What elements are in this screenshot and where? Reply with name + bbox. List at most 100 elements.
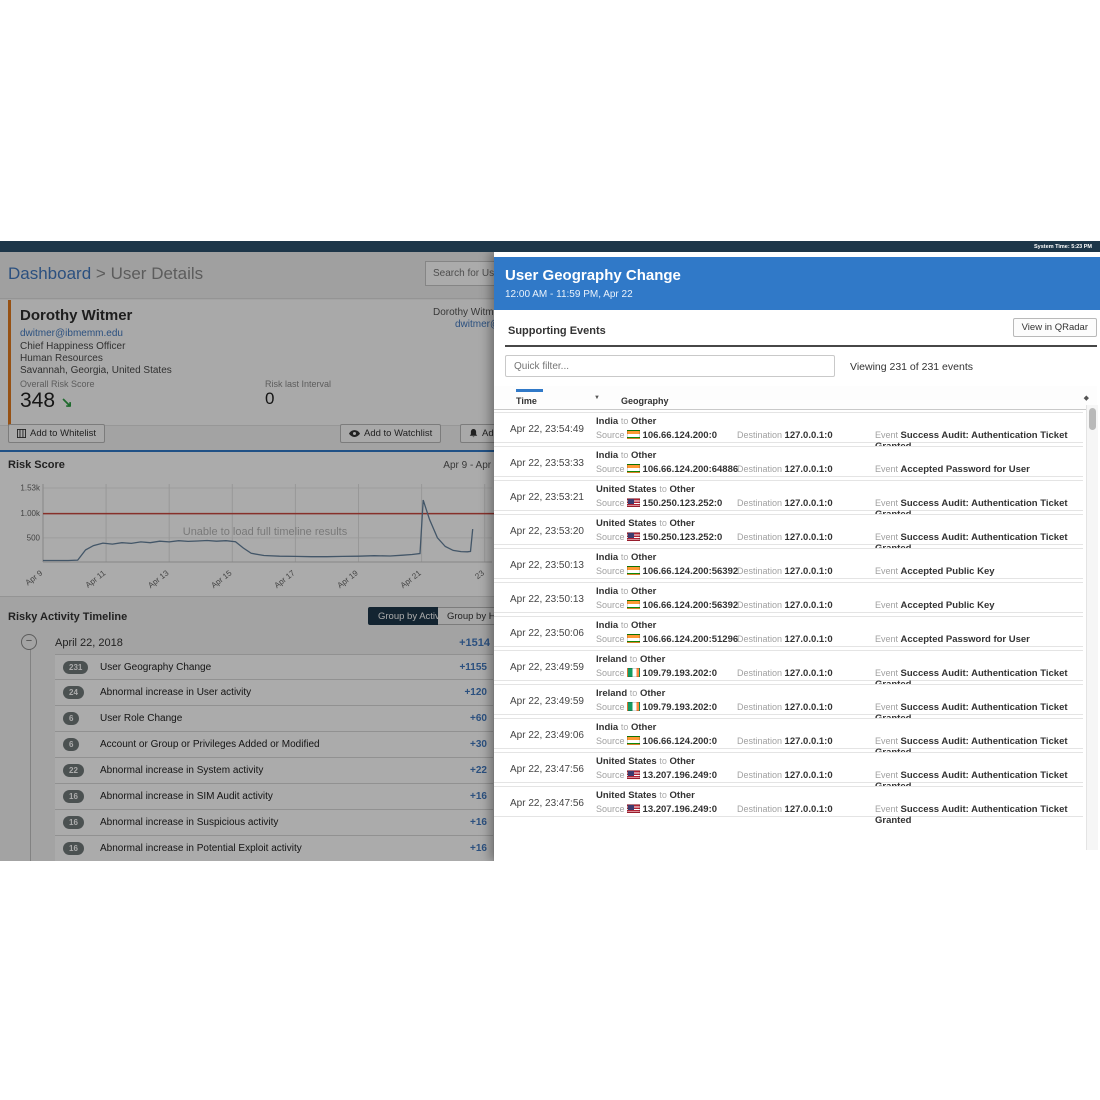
activity-label: Abnormal increase in Potential Exploit a…	[100, 843, 302, 854]
event-row[interactable]: Apr 22, 23:47:56 United States to Other …	[494, 786, 1083, 826]
activity-label: Abnormal increase in User activity	[100, 687, 252, 698]
events-scrollbar-thumb[interactable]	[1089, 408, 1096, 430]
event-row[interactable]: Apr 22, 23:49:06 India to Other Source 10…	[494, 718, 1083, 758]
event-time: Apr 22, 23:49:59	[510, 662, 584, 673]
activity-score: +22	[470, 765, 487, 776]
risk-interval-label: Risk last Interval	[265, 379, 332, 389]
column-header-geography[interactable]: Geography	[621, 396, 669, 406]
overall-risk-label: Overall Risk Score	[20, 379, 95, 389]
svg-text:23: 23	[473, 568, 486, 581]
event-destination: Destination 127.0.0.1:0	[737, 464, 833, 475]
event-geography: United States to Other	[596, 756, 695, 767]
risk-score-date-range[interactable]: Apr 9 - Apr 22	[400, 460, 505, 471]
event-row[interactable]: Apr 22, 23:49:59 Ireland to Other Source…	[494, 650, 1083, 690]
event-time: Apr 22, 23:47:56	[510, 798, 584, 809]
risk-score-title: Risk Score	[8, 459, 65, 471]
source-country-flag-icon	[626, 736, 640, 745]
activity-score: +60	[470, 713, 487, 724]
event-source: Source 106.66.124.200:64886	[596, 464, 739, 475]
breadcrumb-dashboard-link[interactable]: Dashboard	[8, 264, 91, 283]
supporting-events-title: Supporting Events	[508, 325, 606, 337]
event-destination: Destination 127.0.0.1:0	[737, 634, 833, 645]
events-table-body: Apr 22, 23:54:49 India to Other Source 10…	[494, 412, 1083, 826]
event-time: Apr 22, 23:54:49	[510, 424, 584, 435]
event-name: Event Accepted Public Key	[875, 566, 995, 577]
event-row[interactable]: Apr 22, 23:50:06 India to Other Source 10…	[494, 616, 1083, 647]
svg-text:Apr 19: Apr 19	[336, 568, 361, 590]
timeline-activity-row[interactable]: 16 Abnormal increase in SIM Audit activi…	[55, 784, 493, 810]
event-destination: Destination 127.0.0.1:0	[737, 600, 833, 611]
panel-time-range: 12:00 AM - 11:59 PM, Apr 22	[505, 289, 633, 300]
timeline-activity-row[interactable]: 16 Abnormal increase in Potential Exploi…	[55, 836, 493, 861]
activity-score: +30	[470, 739, 487, 750]
event-destination: Destination 127.0.0.1:0	[737, 702, 833, 713]
event-row[interactable]: Apr 22, 23:54:49 India to Other Source 10…	[494, 412, 1083, 452]
event-destination: Destination 127.0.0.1:0	[737, 566, 833, 577]
event-row[interactable]: Apr 22, 23:49:59 Ireland to Other Source…	[494, 684, 1083, 724]
event-row[interactable]: Apr 22, 23:53:20 United States to Other …	[494, 514, 1083, 554]
sort-icon[interactable]: ◆	[1084, 394, 1089, 402]
top-nav: System Time: 5:23 PM	[0, 241, 1100, 252]
user-name: Dorothy Witmer	[20, 307, 133, 324]
event-source: Source 106.66.124.200:51296	[596, 634, 739, 645]
event-time: Apr 22, 23:50:13	[510, 594, 584, 605]
app-window: System Time: 5:23 PM Dashboard > User De…	[0, 241, 1100, 861]
event-source: Source 106.66.124.200:0	[596, 430, 718, 441]
source-country-flag-icon	[626, 532, 640, 541]
event-source: Source 150.250.123.252:0	[596, 498, 723, 509]
column-header-time[interactable]: Time	[516, 396, 537, 406]
user-job-title: Chief Happiness Officer	[20, 341, 126, 352]
event-row[interactable]: Apr 22, 23:47:56 United States to Other …	[494, 752, 1083, 792]
events-table-header: Time ▼ Geography ◆	[494, 386, 1097, 410]
activity-score: +16	[470, 817, 487, 828]
event-source: Source 106.66.124.200:0	[596, 736, 718, 747]
activity-label: Account or Group or Privileges Added or …	[100, 739, 320, 750]
chevron-down-icon[interactable]: ▼	[594, 395, 600, 401]
event-row[interactable]: Apr 22, 23:53:21 United States to Other …	[494, 480, 1083, 520]
svg-text:Apr 21: Apr 21	[399, 568, 424, 590]
svg-text:Apr 9: Apr 9	[24, 568, 45, 587]
user-location: Savannah, Georgia, United States	[20, 365, 172, 376]
timeline-activity-row[interactable]: 24 Abnormal increase in User activity +1…	[55, 680, 493, 706]
timeline-date: April 22, 2018	[55, 637, 123, 649]
collapse-day-button[interactable]: −	[21, 634, 37, 650]
timeline-activity-row[interactable]: 6 User Role Change +60	[55, 706, 493, 732]
timeline-activity-row[interactable]: 16 Abnormal increase in Suspicious activ…	[55, 810, 493, 836]
view-in-qradar-button[interactable]: View in QRadar	[1012, 318, 1097, 337]
svg-text:Apr 11: Apr 11	[84, 568, 108, 590]
event-source: Source 13.207.196.249:0	[596, 770, 718, 781]
timeline-activity-row[interactable]: 6 Account or Group or Privileges Added o…	[55, 732, 493, 758]
source-country-flag-icon	[626, 668, 640, 677]
event-row[interactable]: Apr 22, 23:50:13 India to Other Source 10…	[494, 548, 1083, 579]
event-geography: India to Other	[596, 416, 657, 427]
event-row[interactable]: Apr 22, 23:53:33 India to Other Source 10…	[494, 446, 1083, 477]
timeline-activity-row[interactable]: 22 Abnormal increase in System activity …	[55, 758, 493, 784]
user-department: Human Resources	[20, 353, 103, 364]
event-source: Source 109.79.193.202:0	[596, 702, 718, 713]
event-time: Apr 22, 23:53:21	[510, 492, 584, 503]
source-country-flag-icon	[626, 804, 640, 813]
event-count-badge: 6	[63, 712, 80, 725]
event-count-badge: 24	[63, 686, 84, 699]
panel-title: User Geography Change	[505, 267, 681, 284]
source-country-flag-icon	[626, 566, 640, 575]
quick-filter-input[interactable]	[505, 355, 835, 377]
event-time: Apr 22, 23:53:20	[510, 526, 584, 537]
timeline-vertical-line	[30, 642, 31, 861]
breadcrumb: Dashboard > User Details	[8, 264, 203, 284]
overall-risk-value: 348 ↘	[20, 389, 73, 412]
event-destination: Destination 127.0.0.1:0	[737, 736, 833, 747]
add-to-watchlist-button[interactable]: Add to Watchlist	[340, 424, 442, 443]
add-to-whitelist-button[interactable]: Add to Whitelist	[8, 424, 105, 443]
user-email-link[interactable]: dwitmer@ibmemm.edu	[20, 328, 123, 339]
system-time: System Time: 5:23 PM	[1034, 243, 1092, 250]
event-destination: Destination 127.0.0.1:0	[737, 804, 833, 815]
event-row[interactable]: Apr 22, 23:50:13 India to Other Source 10…	[494, 582, 1083, 613]
svg-text:1.53k: 1.53k	[20, 484, 41, 493]
event-time: Apr 22, 23:47:56	[510, 764, 584, 775]
timeline-activity-row[interactable]: 231 User Geography Change +1155	[55, 654, 493, 680]
events-scrollbar-track[interactable]	[1086, 405, 1098, 850]
source-country-flag-icon	[626, 770, 640, 779]
breadcrumb-separator: >	[95, 264, 106, 283]
event-count-badge: 16	[63, 790, 84, 803]
